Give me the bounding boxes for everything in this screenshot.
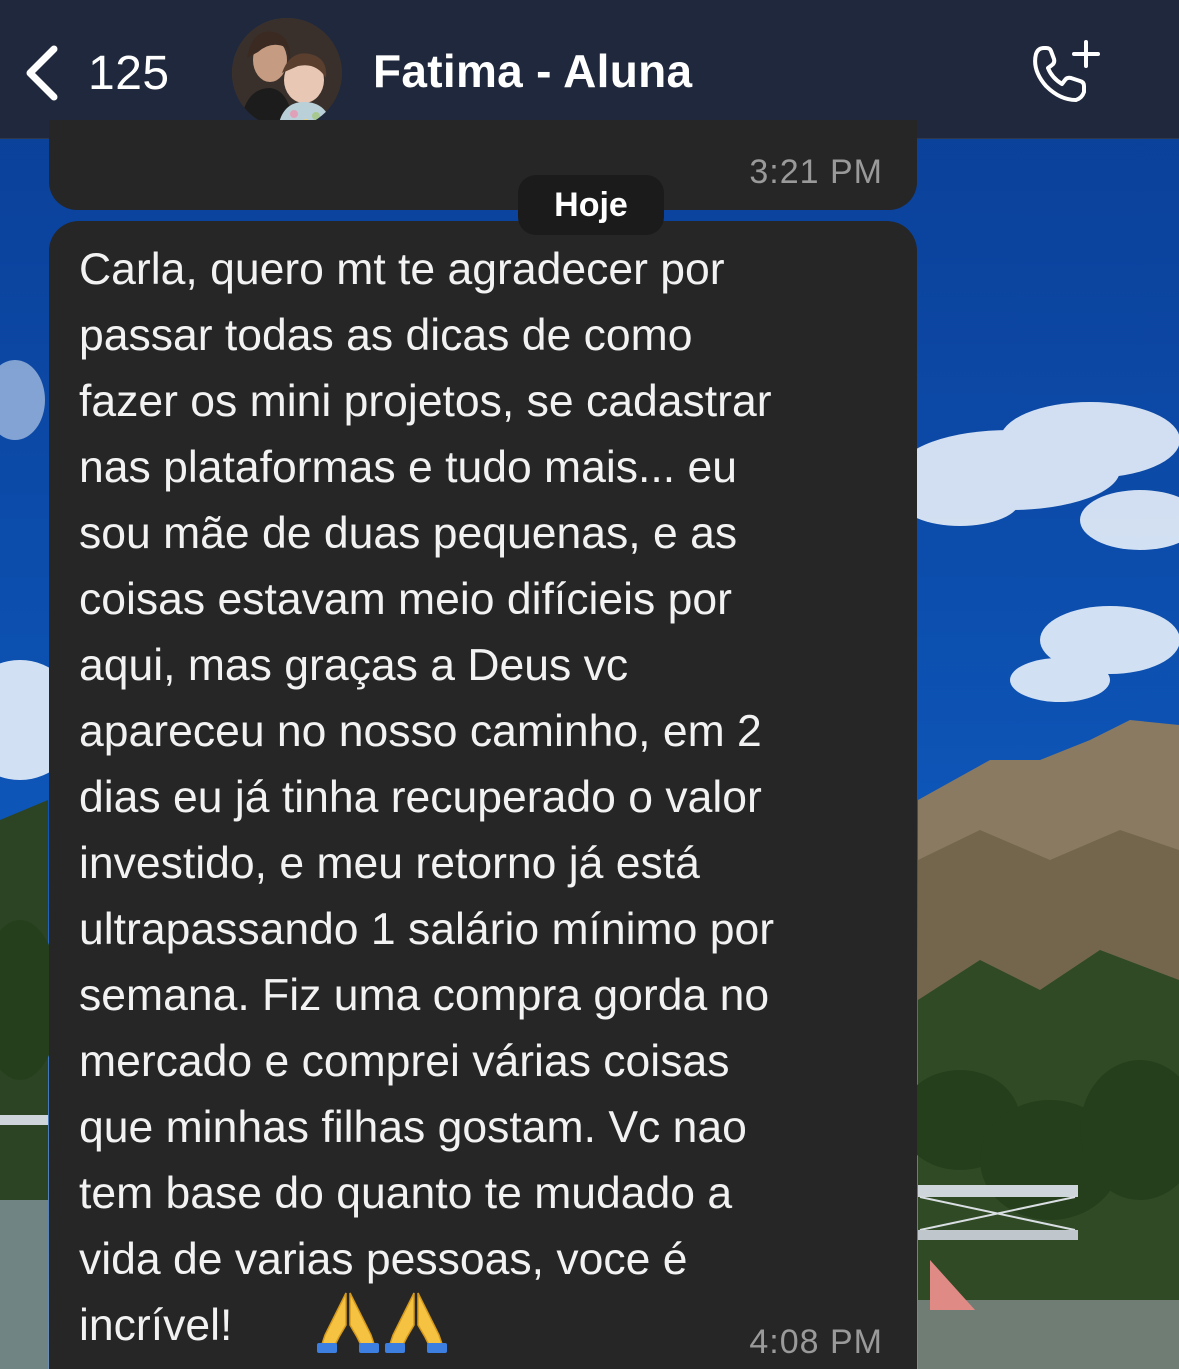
back-button[interactable]: 125	[22, 38, 170, 108]
avatar-photo-icon	[232, 18, 342, 128]
chat-header: 125 Fatima - Aluna	[0, 0, 1179, 139]
phone-add-icon	[1033, 40, 1100, 102]
folded-hands-icon	[317, 1292, 379, 1353]
unread-count: 125	[88, 46, 170, 100]
message-timestamp: 4:08 PM	[749, 1323, 883, 1361]
chevron-left-icon	[26, 45, 58, 101]
message-text: Carla, quero mt te agradecer por passar …	[79, 245, 775, 1350]
message-timestamp: 3:21 PM	[749, 153, 883, 191]
folded-hands-icon	[385, 1292, 447, 1353]
add-call-button[interactable]	[1030, 40, 1102, 106]
message-bubble[interactable]: Carla, quero mt te agradecer por passar …	[49, 221, 917, 1369]
contact-avatar[interactable]	[232, 18, 342, 128]
date-separator: Hoje	[518, 175, 664, 235]
previous-message-bubble[interactable]: 3:21 PM	[49, 120, 917, 210]
message-emojis	[317, 1289, 447, 1353]
contact-name[interactable]: Fatima - Aluna	[373, 44, 692, 98]
